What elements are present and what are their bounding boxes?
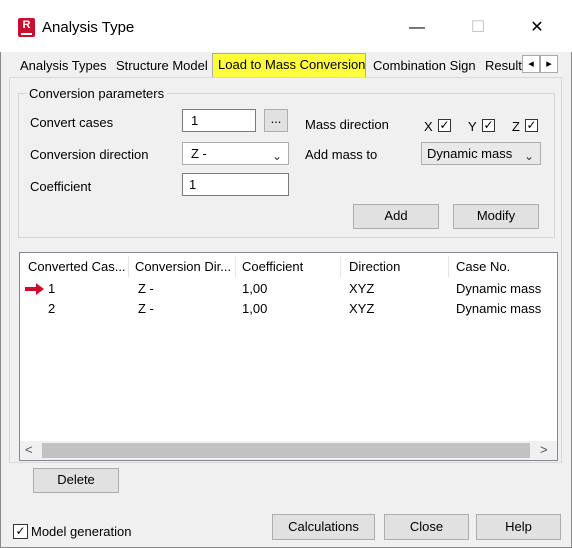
table-cell: 1,00 [242, 281, 268, 296]
chevron-down-icon: ⌄ [271, 149, 282, 163]
coefficient-label: Coefficient [30, 179, 92, 194]
tab-scroll-left-button[interactable]: ◂ [522, 55, 540, 73]
tab-result[interactable]: Result [480, 55, 527, 77]
table-cell: 1 [48, 281, 56, 296]
table-row[interactable]: 2 Z - 1,00 XYZ Dynamic mass [21, 300, 557, 318]
maximize-button[interactable]: ☐ [463, 15, 493, 41]
tab-combination-sign[interactable]: Combination Sign [368, 55, 481, 77]
table-cell: Dynamic mass [456, 301, 542, 316]
table-cell: XYZ [349, 281, 375, 296]
model-generation-label: Model generation [31, 524, 132, 539]
mass-y-label: Y [468, 119, 477, 134]
modify-button[interactable]: Modify [453, 204, 539, 229]
table-cell: XYZ [349, 301, 375, 316]
convert-cases-input[interactable]: 1 [182, 109, 256, 132]
add-mass-to-label: Add mass to [305, 147, 378, 162]
mass-y-checkbox[interactable]: ✓ [482, 119, 495, 132]
conversion-direction-label: Conversion direction [30, 147, 149, 162]
delete-button[interactable]: Delete [33, 468, 119, 493]
column-header-conversion-direction[interactable]: Conversion Dir... [127, 256, 236, 277]
browse-cases-button[interactable]: ... [264, 109, 288, 132]
column-header-direction[interactable]: Direction [341, 256, 449, 277]
revit-app-icon: R [18, 18, 35, 37]
close-window-button[interactable]: ✕ [522, 15, 552, 41]
scroll-right-icon[interactable]: > [540, 442, 548, 457]
window-title: Analysis Type [42, 19, 135, 36]
add-mass-to-value: Dynamic mass [427, 146, 513, 161]
coefficient-input[interactable]: 1 [182, 173, 289, 196]
add-mass-to-select[interactable]: Dynamic mass ⌄ [421, 142, 541, 165]
table-row[interactable]: 1 Z - 1,00 XYZ Dynamic mass [21, 280, 557, 298]
tab-scroll-right-button[interactable]: ▸ [540, 55, 558, 73]
column-header-coefficient[interactable]: Coefficient [234, 256, 341, 277]
add-button[interactable]: Add [353, 204, 439, 229]
scrollbar-thumb[interactable] [42, 443, 530, 458]
help-button[interactable]: Help [476, 514, 561, 540]
table-cell: Z - [138, 301, 154, 316]
table-cell: Dynamic mass [456, 281, 542, 296]
table-cell: Z - [138, 281, 154, 296]
minimize-button[interactable]: — [402, 15, 432, 41]
conversion-direction-select[interactable]: Z - ⌄ [182, 142, 289, 165]
convert-cases-label: Convert cases [30, 115, 114, 130]
scroll-left-icon[interactable]: < [25, 442, 33, 457]
column-header-converted-cases[interactable]: Converted Cas... [20, 256, 129, 277]
tab-load-to-mass-conversion[interactable]: Load to Mass Conversion [212, 53, 366, 78]
selected-row-arrow-icon [25, 283, 44, 295]
tab-structure-model[interactable]: Structure Model [111, 55, 213, 77]
table-cell: 1,00 [242, 301, 268, 316]
chevron-down-icon: ⌄ [523, 149, 534, 163]
column-header-case-no[interactable]: Case No. [448, 256, 557, 277]
mass-direction-label: Mass direction [305, 117, 389, 132]
mass-z-checkbox[interactable]: ✓ [525, 119, 538, 132]
conversion-direction-value: Z - [191, 146, 207, 161]
calculations-button[interactable]: Calculations [272, 514, 375, 540]
model-generation-checkbox[interactable]: ✓ [13, 524, 28, 539]
group-title: Conversion parameters [26, 86, 168, 101]
mass-z-label: Z [512, 119, 520, 134]
mass-x-label: X [424, 119, 433, 134]
close-button[interactable]: Close [384, 514, 469, 540]
table-cell: 2 [48, 301, 56, 316]
mass-x-checkbox[interactable]: ✓ [438, 119, 451, 132]
tab-analysis-types[interactable]: Analysis Types [15, 55, 111, 77]
